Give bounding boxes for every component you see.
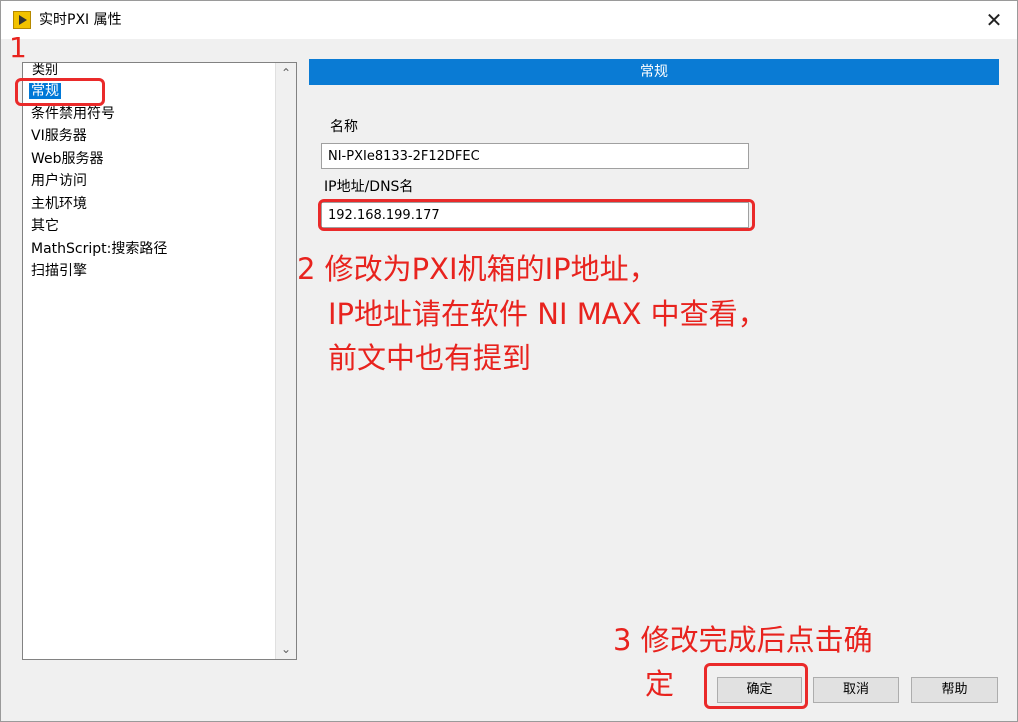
scroll-up-icon[interactable]: ⌃ xyxy=(276,63,296,83)
category-item-general[interactable]: 常规 xyxy=(23,80,275,103)
category-list: 常规 条件禁用符号 VI服务器 Web服务器 用户访问 主机环境 其它 Math… xyxy=(23,80,275,283)
window-title: 实时PXI 属性 xyxy=(39,12,122,28)
annotation-step2-line3: 前文中也有提到 xyxy=(328,341,532,375)
annotation-step1-number: 1 xyxy=(9,31,27,64)
labview-app-icon xyxy=(13,11,31,29)
close-button[interactable]: ✕ xyxy=(971,1,1017,39)
cancel-button[interactable]: 取消 xyxy=(813,677,899,703)
category-scrollbar[interactable]: ⌃ ⌄ xyxy=(275,63,296,659)
category-item-other[interactable]: 其它 xyxy=(23,215,275,238)
name-field[interactable] xyxy=(321,143,749,169)
name-label: 名称 xyxy=(330,119,358,135)
category-item-mathscript-search-path[interactable]: MathScript:搜索路径 xyxy=(23,238,275,261)
category-item-vi-server[interactable]: VI服务器 xyxy=(23,125,275,148)
category-list-panel: 类别 常规 条件禁用符号 VI服务器 Web服务器 用户访问 主机环境 其它 M… xyxy=(22,62,297,660)
properties-dialog: 实时PXI 属性 ✕ 类别 常规 条件禁用符号 VI服务器 Web服务器 用户访… xyxy=(0,0,1018,722)
annotation-step2-line1: 2 修改为PXI机箱的IP地址， xyxy=(297,252,658,286)
ip-address-field[interactable] xyxy=(321,202,749,228)
category-item-host-environment[interactable]: 主机环境 xyxy=(23,193,275,216)
help-button[interactable]: 帮助 xyxy=(911,677,998,703)
annotation-step2-line2: IP地址请在软件 NI MAX 中查看， xyxy=(328,297,767,331)
category-item-web-server[interactable]: Web服务器 xyxy=(23,148,275,171)
annotation-step3-line2: 定 xyxy=(645,667,675,701)
category-item-user-access[interactable]: 用户访问 xyxy=(23,170,275,193)
title-bar: 实时PXI 属性 ✕ xyxy=(1,1,1017,39)
section-header: 常规 xyxy=(309,59,999,85)
ok-button[interactable]: 确定 xyxy=(717,677,802,703)
annotation-step3-line1: 3 修改完成后点击确 xyxy=(613,623,873,657)
ip-label: IP地址/DNS名 xyxy=(324,179,414,195)
category-item-scan-engine[interactable]: 扫描引擎 xyxy=(23,260,275,283)
category-header: 类别 xyxy=(32,63,59,80)
category-item-conditional-disable-symbols[interactable]: 条件禁用符号 xyxy=(23,103,275,126)
scroll-down-icon[interactable]: ⌄ xyxy=(276,639,296,659)
